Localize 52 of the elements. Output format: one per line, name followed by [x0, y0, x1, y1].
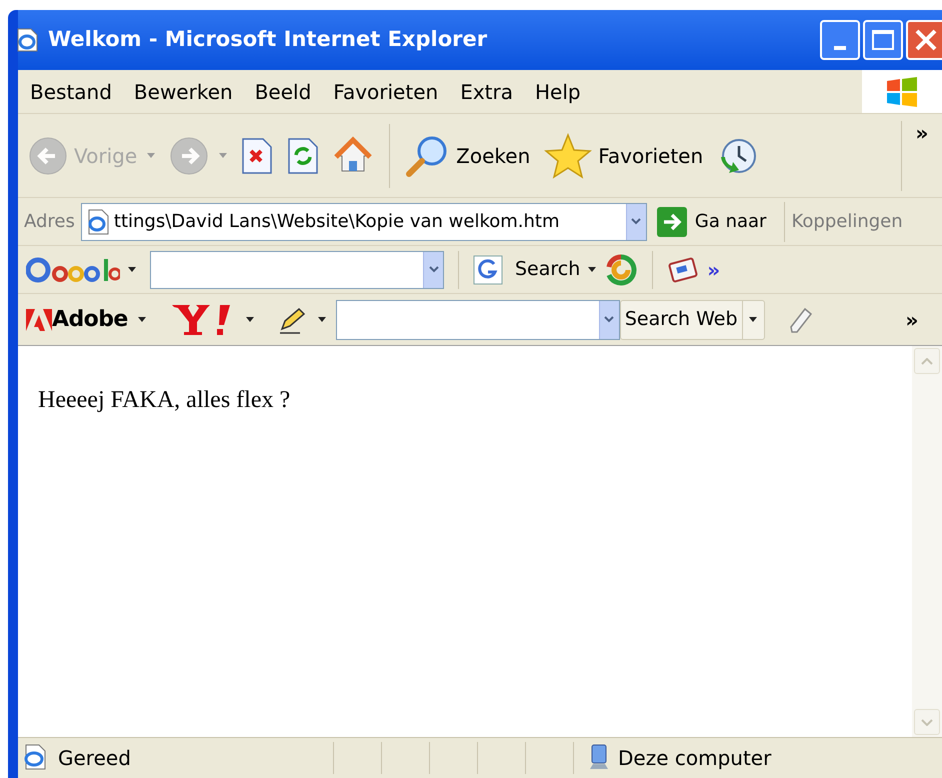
google-search-field[interactable] — [150, 250, 444, 288]
toolbar-overflow-button[interactable]: » — [902, 114, 942, 148]
google-g-icon — [473, 254, 503, 284]
menu-item[interactable]: Beeld — [248, 74, 318, 108]
address-label: Adres — [24, 210, 75, 234]
caret-icon[interactable] — [318, 317, 326, 322]
menu-item[interactable]: Bestand — [24, 74, 118, 108]
window-title: Welkom - Microsoft Internet Explorer — [48, 26, 488, 54]
zone-text: Deze computer — [618, 745, 772, 772]
swirl-icon[interactable] — [604, 252, 638, 286]
google-logo[interactable] — [26, 254, 120, 284]
google-search-button[interactable]: Search — [473, 254, 580, 284]
caret-icon[interactable] — [246, 317, 254, 322]
close-icon — [914, 28, 938, 52]
find-toolbar-button[interactable]: Zoeken — [404, 132, 530, 178]
minimize-button[interactable] — [820, 20, 860, 60]
favorites-button[interactable]: Favorieten — [544, 132, 704, 178]
stop-button[interactable] — [241, 136, 274, 174]
caret-icon[interactable] — [588, 267, 596, 272]
stop-page-icon — [241, 136, 274, 174]
chevron-down-icon — [604, 316, 614, 323]
dropdown-button[interactable] — [423, 252, 443, 288]
chevron-down-icon — [631, 218, 642, 225]
menu-item[interactable]: Help — [528, 74, 587, 108]
address-field[interactable]: ttings\David Lans\Website\Kopie van welkom.htm — [80, 202, 647, 240]
search-web-button[interactable]: Search Web — [620, 300, 765, 340]
menu-item[interactable]: Extra — [454, 74, 519, 108]
address-text: ttings\David Lans\Website\Kopie van welkom.htm — [114, 210, 561, 234]
close-button[interactable] — [906, 20, 942, 60]
maximize-button[interactable] — [863, 20, 903, 60]
chevron-down-icon — [428, 266, 438, 273]
go-button[interactable]: Ga naar — [656, 206, 766, 236]
caret-icon[interactable] — [749, 317, 758, 322]
menu-item[interactable]: Bewerken — [128, 74, 239, 108]
caret-icon[interactable] — [138, 317, 146, 322]
caret-icon[interactable] — [128, 267, 136, 272]
windows-flag-icon — [885, 74, 919, 108]
adobe-button[interactable]: Adobe — [26, 303, 128, 336]
dropdown-button[interactable] — [598, 300, 619, 338]
page-text: Heeeej FAKA, alles flex ? — [38, 386, 292, 415]
more-button[interactable]: » — [707, 254, 720, 284]
yahoo-search-field[interactable] — [336, 300, 620, 340]
refresh-page-icon — [287, 136, 320, 174]
dropdown-button[interactable] — [626, 204, 646, 240]
more-button[interactable]: » — [882, 304, 942, 334]
adobe-logo-icon — [26, 308, 52, 330]
star-icon — [544, 132, 592, 178]
refresh-button[interactable] — [287, 136, 320, 174]
links-button[interactable]: Koppelingen — [791, 208, 903, 235]
menu-item[interactable]: Favorieten — [327, 74, 444, 108]
status-text: Gereed — [58, 745, 131, 772]
google-logo-icon — [26, 254, 120, 284]
